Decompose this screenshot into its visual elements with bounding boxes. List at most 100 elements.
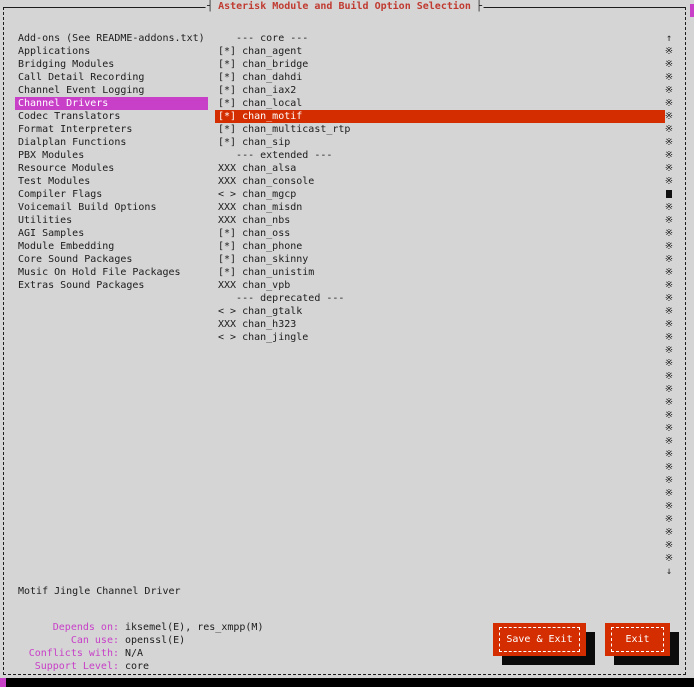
scroll-track-mark: ※	[662, 539, 676, 552]
category-item[interactable]: Utilities	[15, 214, 208, 227]
module-item[interactable]: < > chan_gtalk	[215, 305, 665, 318]
scroll-track-mark: ※	[662, 201, 676, 214]
module-item[interactable]: [*] chan_multicast_rtp	[215, 123, 665, 136]
scroll-track-mark: ※	[662, 305, 676, 318]
scroll-track-mark: ※	[662, 318, 676, 331]
scroll-up-arrow-icon: ↑	[662, 32, 676, 45]
scroll-track-mark: ※	[662, 396, 676, 409]
scroll-track-mark: ※	[662, 448, 676, 461]
module-section-header: --- core ---	[215, 32, 665, 45]
module-item[interactable]: XXX chan_nbs	[215, 214, 665, 227]
scroll-track-mark: ※	[662, 97, 676, 110]
scroll-track-mark: ※	[662, 136, 676, 149]
scroll-track-mark: ※	[662, 357, 676, 370]
scroll-track-mark: ※	[662, 71, 676, 84]
category-item[interactable]: Compiler Flags	[15, 188, 208, 201]
scroll-track-mark: ※	[662, 344, 676, 357]
scroll-track-mark: ※	[662, 383, 676, 396]
scroll-track-mark: ※	[662, 162, 676, 175]
exit-button-label: Exit	[611, 627, 664, 652]
module-item[interactable]: [*] chan_bridge	[215, 58, 665, 71]
scroll-track-mark: ※	[662, 110, 676, 123]
category-item[interactable]: Test Modules	[15, 175, 208, 188]
category-item[interactable]: Music On Hold File Packages	[15, 266, 208, 279]
module-item[interactable]: XXX chan_vpb	[215, 279, 665, 292]
scroll-track-mark: ※	[662, 461, 676, 474]
scroll-track-mark: ※	[662, 513, 676, 526]
module-item[interactable]: < > chan_mgcp	[215, 188, 665, 201]
terminal-cursor-block	[0, 678, 6, 687]
field-value: iksemel(E), res_xmpp(M)	[119, 622, 263, 633]
module-info-row: Depends on:iksemel(E), res_xmpp(M)	[15, 621, 263, 634]
module-item[interactable]: [*] chan_unistim	[215, 266, 665, 279]
module-item[interactable]: XXX chan_console	[215, 175, 665, 188]
scroll-track-mark: ※	[662, 240, 676, 253]
module-item[interactable]: XXX chan_h323	[215, 318, 665, 331]
scroll-track-mark: ※	[662, 123, 676, 136]
category-item[interactable]: Call Detail Recording	[15, 71, 208, 84]
terminal-edge-accent	[690, 4, 694, 17]
category-item[interactable]: Resource Modules	[15, 162, 208, 175]
category-item[interactable]: Applications	[15, 45, 208, 58]
module-item[interactable]: [*] chan_oss	[215, 227, 665, 240]
module-item[interactable]: XXX chan_misdn	[215, 201, 665, 214]
category-item[interactable]: AGI Samples	[15, 227, 208, 240]
module-info-fields: Depends on:iksemel(E), res_xmpp(M)Can us…	[15, 621, 263, 673]
save-exit-button-label: Save & Exit	[499, 627, 580, 652]
category-item[interactable]: Codec Translators	[15, 110, 208, 123]
field-label: Support Level:	[15, 660, 119, 673]
save-exit-button[interactable]: Save & Exit	[493, 623, 586, 656]
module-item[interactable]: [*] chan_agent	[215, 45, 665, 58]
category-item[interactable]: Add-ons (See README-addons.txt)	[15, 32, 208, 45]
module-item[interactable]: [*] chan_motif	[215, 110, 665, 123]
scroll-track-mark: ※	[662, 214, 676, 227]
scroll-track-mark: ※	[662, 266, 676, 279]
scrollbar[interactable]: ↑※※※※※※※※※※※※※※※※※※※※※※※※※※※※※※※※※※※※※※※…	[662, 32, 676, 578]
scroll-track-mark: ※	[662, 149, 676, 162]
category-item[interactable]: Module Embedding	[15, 240, 208, 253]
module-info-row: Can use:openssl(E)	[15, 634, 263, 647]
module-item[interactable]: XXX chan_alsa	[215, 162, 665, 175]
category-item[interactable]: PBX Modules	[15, 149, 208, 162]
scroll-track-mark: ※	[662, 500, 676, 513]
field-label: Conflicts with:	[15, 647, 119, 660]
module-item[interactable]: [*] chan_sip	[215, 136, 665, 149]
scroll-track-mark: ※	[662, 435, 676, 448]
category-item[interactable]: Voicemail Build Options	[15, 201, 208, 214]
scroll-thumb	[662, 188, 676, 201]
module-item[interactable]: [*] chan_skinny	[215, 253, 665, 266]
module-item[interactable]: [*] chan_phone	[215, 240, 665, 253]
field-label: Depends on:	[15, 621, 119, 634]
scroll-track-mark: ※	[662, 175, 676, 188]
category-item[interactable]: Dialplan Functions	[15, 136, 208, 149]
page-title: Asterisk Module and Build Option Selecti…	[213, 1, 476, 12]
scroll-down-arrow-icon: ↓	[662, 565, 676, 578]
module-item[interactable]: [*] chan_local	[215, 97, 665, 110]
menuselect-dialog: ┤Asterisk Module and Build Option Select…	[3, 7, 686, 675]
category-item[interactable]: Extras Sound Packages	[15, 279, 208, 292]
scroll-track-mark: ※	[662, 253, 676, 266]
module-info-row: Support Level:core	[15, 660, 263, 673]
module-item[interactable]: < > chan_jingle	[215, 331, 665, 344]
field-value: core	[119, 661, 149, 672]
category-item[interactable]: Format Interpreters	[15, 123, 208, 136]
scroll-track-mark: ※	[662, 279, 676, 292]
field-label: Can use:	[15, 634, 119, 647]
category-item[interactable]: Core Sound Packages	[15, 253, 208, 266]
module-item[interactable]: [*] chan_dahdi	[215, 71, 665, 84]
scroll-track-mark: ※	[662, 84, 676, 97]
title-right-bracket: ├	[476, 1, 482, 12]
scroll-track-mark: ※	[662, 45, 676, 58]
module-item[interactable]: [*] chan_iax2	[215, 84, 665, 97]
category-item[interactable]: Bridging Modules	[15, 58, 208, 71]
category-item[interactable]: Channel Event Logging	[15, 84, 208, 97]
scroll-track-mark: ※	[662, 487, 676, 500]
exit-button[interactable]: Exit	[605, 623, 670, 656]
dialog-title-bar: ┤Asterisk Module and Build Option Select…	[205, 0, 484, 14]
module-section-header: --- deprecated ---	[215, 292, 665, 305]
scroll-track-mark: ※	[662, 409, 676, 422]
field-value: N/A	[119, 648, 143, 659]
scroll-track-mark: ※	[662, 58, 676, 71]
module-description: Motif Jingle Channel Driver	[18, 585, 181, 598]
category-item[interactable]: Channel Drivers	[15, 97, 208, 110]
